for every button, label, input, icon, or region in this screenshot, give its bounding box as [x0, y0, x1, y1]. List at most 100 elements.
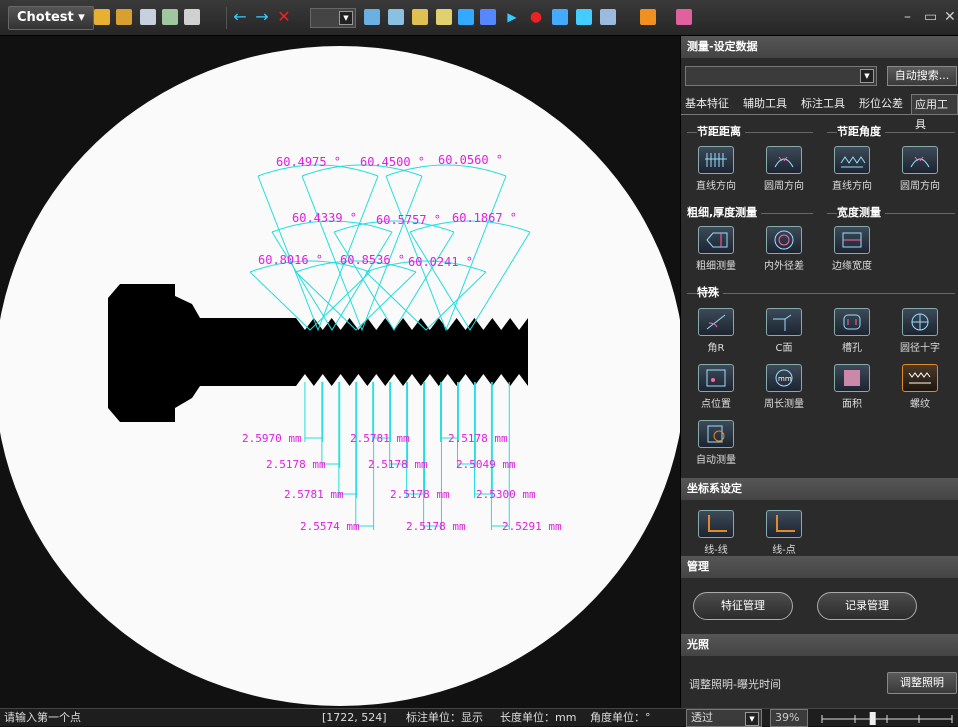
status-label-unit[interactable]: 标注单位：显示: [406, 709, 483, 726]
angle-label: 60.4339 °: [292, 211, 357, 225]
zoom-fit-icon[interactable]: [364, 9, 380, 25]
toolbar-combo[interactable]: ▼: [310, 8, 356, 28]
tool-angle-line[interactable]: 直线方向: [821, 146, 883, 196]
tool-thread[interactable]: 螺纹: [889, 364, 951, 414]
light-header: 光照: [681, 634, 958, 656]
thread-icon: [902, 364, 938, 392]
grid-icon[interactable]: [412, 9, 428, 25]
tab-divider: [681, 114, 958, 115]
measure-icon[interactable]: [576, 9, 592, 25]
tab-annotation-tools[interactable]: 标注工具: [801, 94, 845, 114]
angle-label: 60.0241 °: [408, 255, 473, 269]
tool-edge-width[interactable]: 边缘宽度: [821, 226, 883, 276]
angle-circle-icon: [902, 146, 938, 174]
tool-label: 周长测量: [764, 399, 804, 410]
edit-icon[interactable]: [162, 9, 178, 25]
tab-gdt[interactable]: 形位公差: [859, 94, 903, 114]
feature-search-combo[interactable]: ▼: [685, 66, 877, 86]
chevron-down-icon: ▼: [860, 69, 874, 83]
light-percent[interactable]: 39%: [770, 709, 808, 727]
play-icon[interactable]: ▶: [504, 9, 520, 25]
tool-perimeter[interactable]: mm 周长测量: [753, 364, 815, 414]
close-icon[interactable]: ✕: [944, 8, 956, 26]
point-position-icon: [698, 364, 734, 392]
group-pitch-distance: 节距距离: [697, 125, 745, 139]
chevron-down-icon: ▼: [745, 712, 759, 726]
zoom-icon[interactable]: [388, 9, 404, 25]
tool-angle-circle[interactable]: 圆周方向: [889, 146, 951, 196]
coord-header: 坐标系设定: [681, 478, 958, 500]
undo-arrow-icon[interactable]: ←: [232, 9, 248, 25]
tool-corner-r[interactable]: 角R: [685, 308, 747, 358]
slot-icon: [834, 308, 870, 336]
color-icon[interactable]: [640, 9, 656, 25]
group-width: 宽度测量: [837, 206, 885, 220]
frame-icon[interactable]: [458, 9, 474, 25]
file-menu-icon[interactable]: [184, 9, 200, 25]
target-icon[interactable]: [600, 9, 616, 25]
circle-cross-icon: [902, 308, 938, 336]
app-menu-button[interactable]: Chotest ▾: [8, 6, 94, 30]
pitch-label: 2.5781 mm: [350, 432, 410, 445]
status-angle-unit[interactable]: 角度单位：°: [590, 709, 651, 726]
tool-label: 直线方向: [696, 181, 736, 192]
manage-header: 管理: [681, 556, 958, 578]
light-mode-select[interactable]: 透过 ▼: [686, 709, 762, 727]
tool-label: 自动测量: [696, 455, 736, 466]
tool-label: 圆径十字: [900, 343, 940, 354]
tool-label: 直线方向: [832, 181, 872, 192]
delete-icon[interactable]: ✕: [276, 9, 292, 25]
minimize-icon[interactable]: –: [904, 8, 911, 26]
tool-pitch-circle[interactable]: 圆周方向: [753, 146, 815, 196]
tool-slot[interactable]: 槽孔: [821, 308, 883, 358]
maximize-icon[interactable]: ▭: [924, 8, 937, 26]
chevron-down-icon: ▼: [339, 11, 353, 25]
record-manage-button[interactable]: 记录管理: [817, 592, 917, 620]
tool-chamfer[interactable]: C面: [753, 308, 815, 358]
light-mode-value: 透过: [691, 711, 713, 724]
chamfer-icon: [766, 308, 802, 336]
feature-manage-button[interactable]: 特征管理: [693, 592, 793, 620]
save-icon[interactable]: [140, 9, 156, 25]
display-icon[interactable]: [676, 9, 692, 25]
light-slider[interactable]: [818, 709, 956, 727]
tool-circle-cross[interactable]: 圆径十字: [889, 308, 951, 358]
barcode-icon[interactable]: [480, 9, 496, 25]
image-icon[interactable]: [116, 9, 132, 25]
corner-r-icon: [698, 308, 734, 336]
capture-icon[interactable]: [552, 9, 568, 25]
tool-label: 槽孔: [842, 343, 862, 354]
tool-label: 面积: [842, 399, 862, 410]
tool-line-line[interactable]: 线-线: [685, 510, 747, 560]
angle-line-icon: [834, 146, 870, 174]
tool-pitch-line[interactable]: 直线方向: [685, 146, 747, 196]
camera-viewport[interactable]: 60.4975 ° 60.4500 ° 60.0560 ° 60.4339 ° …: [0, 36, 680, 708]
video-icon[interactable]: [94, 9, 110, 25]
status-coords: [1722, 524]: [322, 711, 387, 724]
tool-thickness[interactable]: 粗细测量: [685, 226, 747, 276]
tool-concentric[interactable]: 内外径差: [753, 226, 815, 276]
tool-label: 线-线: [704, 545, 728, 556]
record-icon[interactable]: ●: [528, 9, 544, 25]
tool-auto-measure[interactable]: 自动测量: [685, 420, 747, 470]
slider-knob[interactable]: [869, 712, 876, 725]
status-prompt: 请输入第一个点: [4, 711, 81, 724]
adjust-light-button[interactable]: 调整照明: [887, 672, 957, 694]
tool-label: 圆周方向: [764, 181, 804, 192]
tab-application-tools[interactable]: 应用工具: [911, 94, 958, 131]
auto-search-button[interactable]: 自动搜索...: [887, 66, 957, 86]
tool-label: C面: [775, 343, 793, 354]
tool-line-point[interactable]: 线-点: [753, 510, 815, 560]
group-divider: [687, 293, 955, 294]
tab-basic-features[interactable]: 基本特征: [685, 94, 729, 114]
pitch-label: 2.5178 mm: [390, 488, 450, 501]
ruler-icon[interactable]: [436, 9, 452, 25]
tool-point-position[interactable]: 点位置: [685, 364, 747, 414]
status-length-unit[interactable]: 长度单位：mm: [500, 709, 576, 726]
tool-area[interactable]: 面积: [821, 364, 883, 414]
redo-arrow-icon[interactable]: →: [254, 9, 270, 25]
angle-label: 60.8536 °: [340, 253, 405, 267]
svg-text:mm: mm: [778, 375, 792, 383]
tab-aux-tools[interactable]: 辅助工具: [743, 94, 787, 114]
tool-label: 粗细测量: [696, 261, 736, 272]
